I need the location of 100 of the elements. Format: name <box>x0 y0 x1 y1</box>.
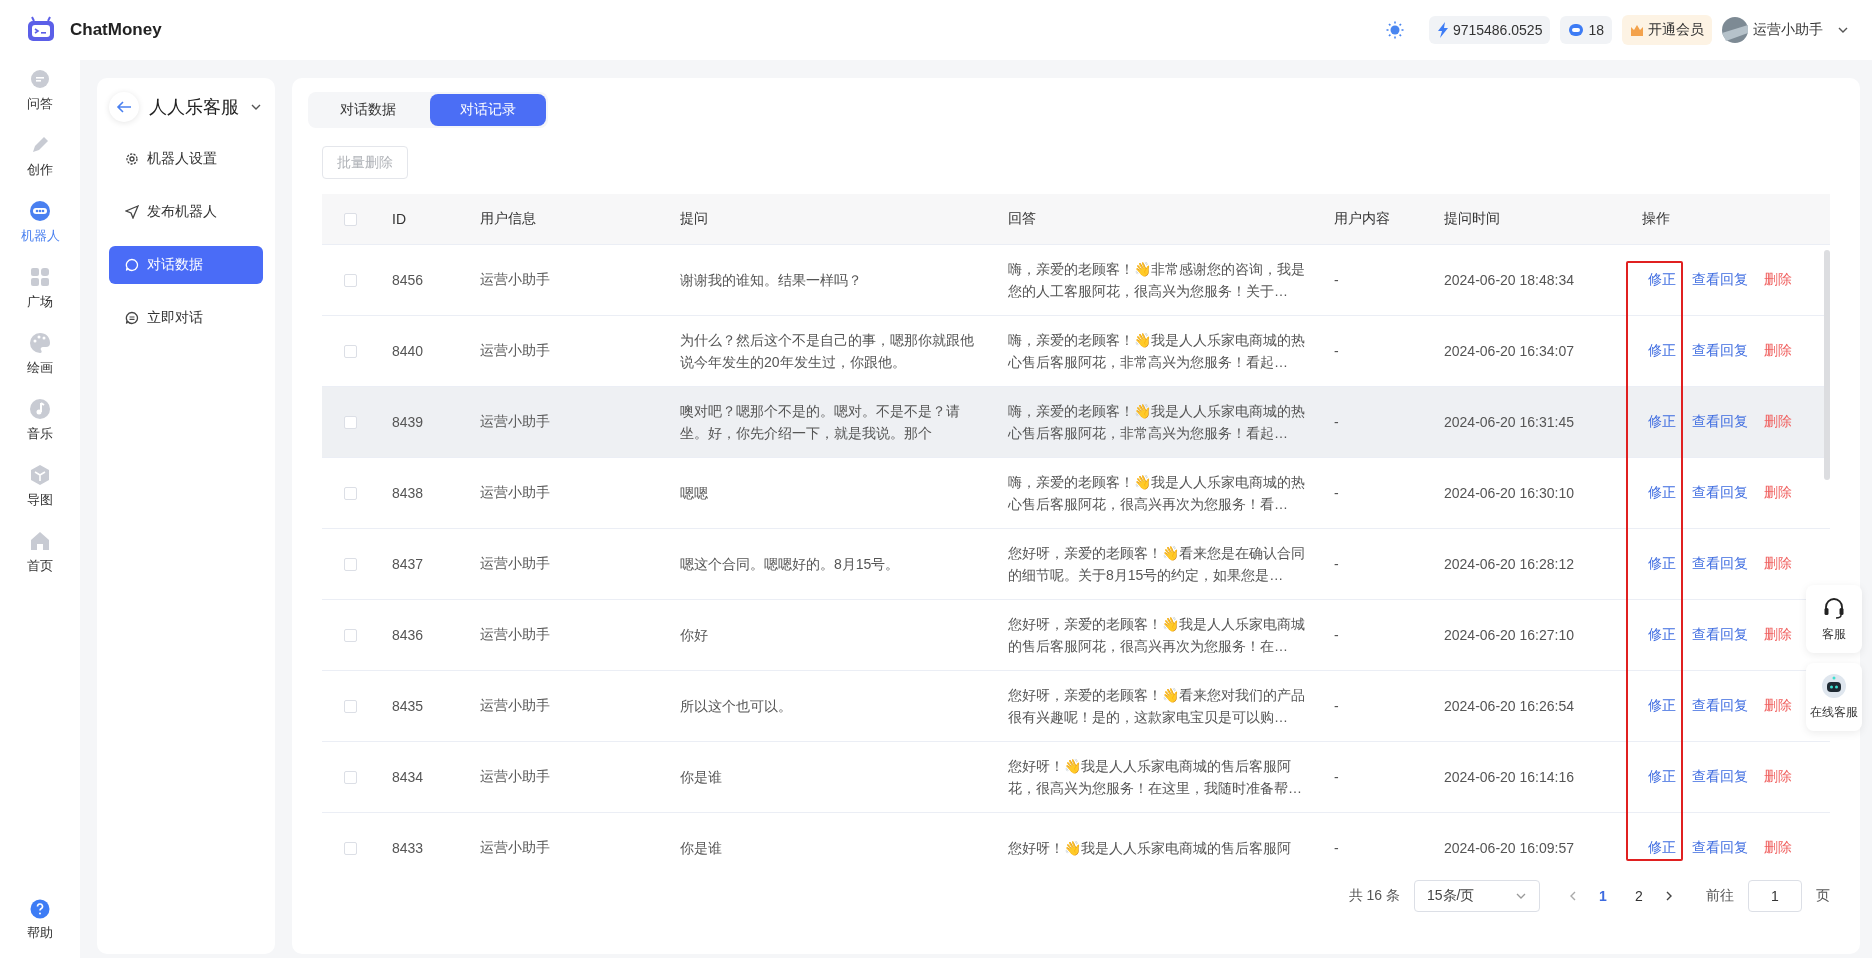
action-link[interactable]: 查看回复 <box>1692 839 1748 857</box>
balance-badge: 9715486.0525 <box>1428 16 1551 44</box>
checkbox[interactable] <box>344 699 357 713</box>
nav-item[interactable]: 机器人 <box>20 227 60 245</box>
action-link[interactable]: 修正 <box>1648 839 1676 857</box>
table-cell-text: 运营小助手 <box>479 413 551 431</box>
menu-item[interactable]: 机器人设置 <box>109 140 263 178</box>
page-input[interactable]: 1 <box>1748 880 1802 912</box>
checkbox[interactable] <box>344 486 357 500</box>
nav-item[interactable]: 绘画 <box>27 359 53 377</box>
nav-item[interactable]: 问答 <box>27 95 53 113</box>
table-cell-text: 您好呀！👋我是人人乐家电商城的售后客服阿花，很高兴为您服务！在这里，我随时准备帮… <box>1007 757 1303 798</box>
action-link[interactable]: 删除 <box>1764 413 1792 431</box>
column-header: 提问时间 <box>1443 210 1501 228</box>
column-header: 用户内容 <box>1333 210 1391 228</box>
table-cell-text: 8437 <box>391 556 425 572</box>
action-link[interactable]: 删除 <box>1764 697 1792 715</box>
table-cell-text: 嗯这个合同。嗯嗯好的。8月15号。 <box>679 555 901 574</box>
checkbox[interactable] <box>344 415 357 429</box>
action-link[interactable]: 查看回复 <box>1692 342 1748 360</box>
arrow-left-icon <box>116 100 132 114</box>
action-link[interactable]: 修正 <box>1648 555 1676 573</box>
table-cell-text: 2024-06-20 16:28:12 <box>1443 556 1575 572</box>
action-link[interactable]: 修正 <box>1648 626 1676 644</box>
action-link[interactable]: 查看回复 <box>1692 271 1748 289</box>
action-link[interactable]: 删除 <box>1764 768 1792 786</box>
token-badge: 18 <box>1560 16 1612 44</box>
action-link[interactable]: 修正 <box>1648 413 1676 431</box>
scrollbar[interactable] <box>1824 250 1830 480</box>
table-cell-text: 2024-06-20 16:14:16 <box>1443 769 1575 785</box>
user-name[interactable]: 运营小助手 <box>1753 21 1823 39</box>
speech-bubble-icon <box>125 258 139 272</box>
table-cell-text: 嗨，亲爱的老顾客！👋非常感谢您的咨询，我是您的人工客服阿花，很高兴为您服务！关于… <box>1007 260 1306 301</box>
menu-item[interactable]: 发布机器人 <box>109 193 263 231</box>
chat-lines-icon <box>125 311 139 325</box>
page-suffix: 页 <box>1816 887 1830 905</box>
house-icon <box>29 530 51 552</box>
checkbox[interactable] <box>344 628 357 642</box>
action-link[interactable]: 查看回复 <box>1692 484 1748 502</box>
action-link[interactable]: 查看回复 <box>1692 555 1748 573</box>
action-link[interactable]: 查看回复 <box>1692 413 1748 431</box>
checkbox[interactable] <box>344 344 357 358</box>
table-cell-text: 8456 <box>391 272 425 288</box>
help-link[interactable]: 帮助 <box>27 924 53 942</box>
action-link[interactable]: 修正 <box>1648 271 1676 289</box>
tab[interactable]: 对话数据 <box>310 94 426 126</box>
action-link[interactable]: 删除 <box>1764 626 1792 644</box>
checkbox[interactable] <box>344 273 357 287</box>
action-link[interactable]: 修正 <box>1648 768 1676 786</box>
table-cell-text: 8438 <box>391 485 425 501</box>
action-link[interactable]: 查看回复 <box>1692 768 1748 786</box>
goto-label: 前往 <box>1706 887 1734 905</box>
page-size-select[interactable]: 15条/页 <box>1414 880 1540 912</box>
table-cell-text: 2024-06-20 16:30:10 <box>1443 485 1575 501</box>
tab[interactable]: 对话记录 <box>430 94 546 126</box>
checkbox[interactable] <box>344 212 357 226</box>
table-cell-text: 运营小助手 <box>479 271 551 289</box>
lightning-icon <box>1436 22 1449 38</box>
app-name: ChatMoney <box>70 20 162 40</box>
back-button[interactable] <box>109 92 139 122</box>
checkbox[interactable] <box>344 841 357 855</box>
checkbox[interactable] <box>344 557 357 571</box>
nav-item[interactable]: 广场 <box>27 293 53 311</box>
chevron-left-icon <box>1568 890 1578 902</box>
action-link[interactable]: 修正 <box>1648 697 1676 715</box>
table-cell-text: - <box>1333 414 1340 430</box>
menu-item[interactable]: 立即对话 <box>109 299 263 337</box>
bot-name[interactable]: 人人乐客服 <box>149 95 239 119</box>
menu-item[interactable]: 对话数据 <box>109 246 263 284</box>
nav-item[interactable]: 首页 <box>27 557 53 575</box>
table-cell-text: - <box>1333 272 1340 288</box>
table-cell-text: 你是谁 <box>679 839 723 858</box>
float-button[interactable]: 客服 <box>1806 585 1862 653</box>
table-cell-text: 运营小助手 <box>479 342 551 360</box>
float-button[interactable]: 在线客服 <box>1806 663 1862 731</box>
action-link[interactable]: 删除 <box>1764 555 1792 573</box>
action-link[interactable]: 查看回复 <box>1692 697 1748 715</box>
page-number[interactable]: 2 <box>1628 888 1650 904</box>
action-link[interactable]: 修正 <box>1648 342 1676 360</box>
table-cell-text: 噢对吧？嗯那个不是的。嗯对。不是不是？请坐。好，你先介绍一下，就是我说。那个 <box>679 402 961 443</box>
table-cell-text: 您好呀，亲爱的老顾客！👋我是人人乐家电商城的售后客服阿花，很高兴再次为您服务！在… <box>1007 615 1306 656</box>
cube-icon <box>29 464 51 486</box>
vip-button[interactable]: 开通会员 <box>1622 15 1712 45</box>
action-link[interactable]: 删除 <box>1764 342 1792 360</box>
checkbox[interactable] <box>344 770 357 784</box>
table-cell-text: - <box>1333 698 1340 714</box>
table-cell-text: 谢谢我的谁知。结果一样吗？ <box>679 271 863 290</box>
action-link[interactable]: 删除 <box>1764 839 1792 857</box>
action-link[interactable]: 删除 <box>1764 271 1792 289</box>
paper-plane-icon <box>125 205 139 219</box>
action-link[interactable]: 修正 <box>1648 484 1676 502</box>
action-link[interactable]: 查看回复 <box>1692 626 1748 644</box>
nav-item[interactable]: 导图 <box>27 491 53 509</box>
nav-item[interactable]: 创作 <box>27 161 53 179</box>
nav-item[interactable]: 音乐 <box>27 425 53 443</box>
robot-logo-icon <box>26 16 56 44</box>
page-number[interactable]: 1 <box>1592 888 1614 904</box>
column-header: 用户信息 <box>479 210 537 228</box>
action-link[interactable]: 删除 <box>1764 484 1792 502</box>
table-cell-text: 2024-06-20 18:48:34 <box>1443 272 1575 288</box>
